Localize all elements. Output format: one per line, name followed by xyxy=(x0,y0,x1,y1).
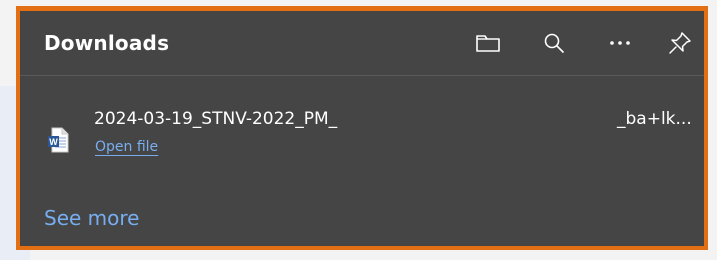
search-icon xyxy=(544,33,564,53)
more-options-icon xyxy=(610,41,630,45)
download-item[interactable]: W 2024-03-19_STNV-2022_PM_ _ba+lk... Ope… xyxy=(20,81,704,171)
folder-icon xyxy=(476,35,500,52)
download-filename: 2024-03-19_STNV-2022_PM_ xyxy=(94,109,338,129)
pin-icon xyxy=(669,32,691,54)
svg-text:W: W xyxy=(49,137,58,147)
pin-button[interactable] xyxy=(662,25,698,61)
search-downloads-button[interactable] xyxy=(536,25,572,61)
open-folder-button[interactable] xyxy=(470,25,506,61)
downloads-flyout: Downloads W 2024-03-19_STNV-2022_PM_ _ba… xyxy=(16,6,708,250)
download-filename-end: _ba+lk... xyxy=(617,109,692,129)
downloads-title: Downloads xyxy=(44,31,170,55)
word-document-icon: W xyxy=(48,127,69,153)
downloads-header: Downloads xyxy=(20,11,704,76)
more-options-button[interactable] xyxy=(602,25,638,61)
open-file-link[interactable]: Open file xyxy=(95,139,158,155)
see-more-link[interactable]: See more xyxy=(44,206,139,230)
